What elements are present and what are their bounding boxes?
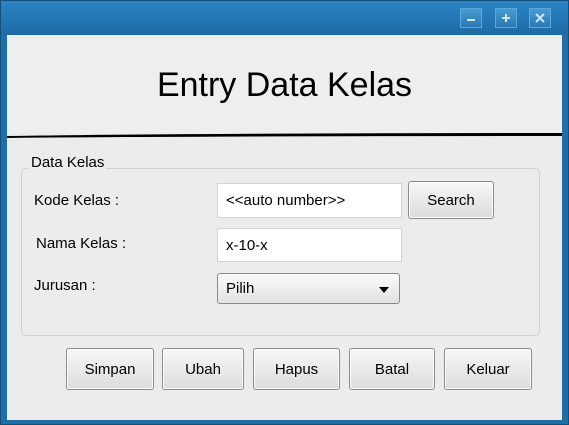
maximize-button[interactable] — [495, 8, 517, 28]
ubah-button[interactable]: Ubah — [162, 348, 244, 390]
window-content: Entry Data Kelas Data Kelas Kode Kelas :… — [7, 35, 562, 420]
jurusan-label: Jurusan : — [34, 277, 96, 294]
nama-kelas-label: Nama Kelas : — [36, 235, 127, 252]
app-window: Entry Data Kelas Data Kelas Kode Kelas :… — [0, 0, 569, 425]
page-title: Entry Data Kelas — [156, 66, 413, 104]
minimize-button[interactable] — [460, 8, 482, 28]
jurusan-dropdown[interactable]: Pilih — [217, 273, 400, 304]
group-title: Data Kelas — [29, 154, 107, 171]
close-icon — [535, 13, 545, 23]
batal-button[interactable]: Batal — [349, 348, 435, 390]
chevron-down-icon — [379, 287, 389, 293]
close-button[interactable] — [529, 8, 551, 28]
simpan-button[interactable]: Simpan — [66, 348, 154, 390]
plus-icon — [502, 14, 510, 22]
jurusan-selected-value: Pilih — [226, 280, 255, 297]
title-bar[interactable] — [1, 1, 568, 35]
search-button[interactable]: Search — [408, 181, 494, 219]
header-panel: Entry Data Kelas — [7, 35, 562, 133]
nama-kelas-field[interactable]: x-10-x — [217, 228, 402, 262]
keluar-button[interactable]: Keluar — [444, 348, 532, 390]
header-divider — [7, 133, 562, 138]
kode-kelas-label: Kode Kelas : — [34, 192, 120, 209]
hapus-button[interactable]: Hapus — [253, 348, 340, 390]
minimize-icon — [467, 19, 475, 21]
kode-kelas-field[interactable]: <<auto number>> — [217, 183, 402, 218]
